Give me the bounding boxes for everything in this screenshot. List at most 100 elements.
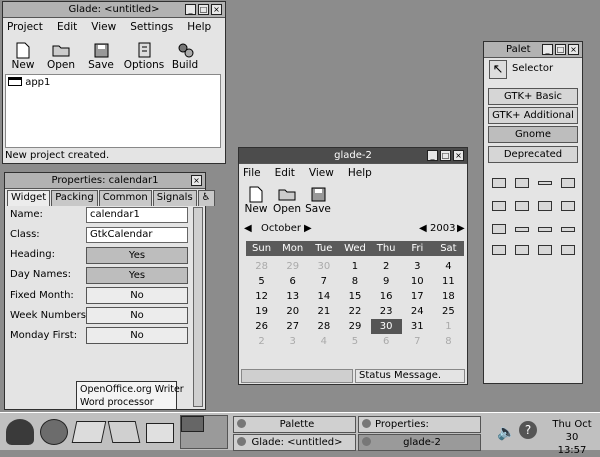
calendar-day[interactable]: 28 bbox=[246, 259, 277, 274]
calendar-day[interactable]: 29 bbox=[277, 259, 308, 274]
calendar-day[interactable]: 25 bbox=[433, 304, 464, 319]
widget-icon[interactable] bbox=[492, 245, 506, 255]
widget-icon[interactable] bbox=[515, 201, 529, 211]
daynames-toggle[interactable]: Yes bbox=[86, 267, 188, 284]
help-icon[interactable]: ? bbox=[519, 421, 537, 439]
widget-icon[interactable] bbox=[515, 245, 529, 255]
new-button[interactable]: New bbox=[5, 35, 41, 73]
minimize-button[interactable]: _ bbox=[542, 44, 553, 55]
menu-view[interactable]: View bbox=[309, 167, 334, 179]
tab-signals[interactable]: Signals bbox=[152, 190, 197, 206]
volume-icon[interactable]: 🔈 bbox=[497, 423, 516, 441]
calendar-day[interactable]: 8 bbox=[339, 274, 370, 289]
calendar-day[interactable]: 1 bbox=[339, 259, 370, 274]
widget-icon[interactable] bbox=[538, 201, 552, 211]
calendar-day-selected[interactable]: 30 bbox=[370, 319, 402, 334]
palette-group-gtk-basic[interactable]: GTK+ Basic bbox=[488, 88, 578, 105]
glade2-titlebar[interactable]: glade-2 _ □ × bbox=[239, 148, 467, 164]
palette-group-gnome[interactable]: Gnome bbox=[488, 126, 578, 143]
calendar-day[interactable]: 9 bbox=[371, 274, 402, 289]
save-button[interactable]: Save bbox=[81, 35, 121, 73]
widget-icon[interactable] bbox=[492, 178, 506, 188]
calendar-day[interactable]: 8 bbox=[433, 334, 464, 349]
browser-launcher-icon[interactable] bbox=[40, 419, 68, 445]
palette-titlebar[interactable]: Palet _ □ × bbox=[484, 42, 582, 58]
calendar-day[interactable]: 30 bbox=[308, 259, 339, 274]
widget-icon[interactable] bbox=[538, 181, 552, 185]
menu-file[interactable]: File bbox=[243, 167, 261, 179]
tree-row[interactable]: app1 bbox=[6, 75, 220, 88]
close-button[interactable]: × bbox=[568, 44, 579, 55]
calendar-day[interactable]: 24 bbox=[402, 304, 433, 319]
menu-help[interactable]: Help bbox=[187, 21, 211, 33]
workspace-switcher[interactable] bbox=[180, 415, 228, 449]
calendar-day[interactable]: 12 bbox=[246, 289, 277, 304]
menu-settings[interactable]: Settings bbox=[130, 21, 173, 33]
calendar-day[interactable]: 15 bbox=[339, 289, 370, 304]
task-properties[interactable]: Properties: calendar1 bbox=[358, 416, 481, 445]
glade-main-titlebar[interactable]: Glade: <untitled> _ □ × bbox=[3, 2, 225, 18]
widget-icon[interactable] bbox=[538, 227, 552, 232]
calendar-day[interactable]: 16 bbox=[371, 289, 402, 304]
close-button[interactable]: × bbox=[211, 4, 222, 15]
menu-edit[interactable]: Edit bbox=[57, 21, 77, 33]
tab-common[interactable]: Common bbox=[98, 190, 152, 206]
calendar-day[interactable]: 31 bbox=[402, 319, 433, 334]
calendar-day[interactable]: 3 bbox=[402, 259, 433, 274]
calendar-day[interactable]: 3 bbox=[277, 334, 308, 349]
gnome-foot-icon[interactable] bbox=[6, 419, 34, 445]
task-glade-main[interactable]: Glade: <untitled> bbox=[233, 434, 356, 451]
maximize-button[interactable]: □ bbox=[440, 150, 451, 161]
calendar-day[interactable]: 17 bbox=[402, 289, 433, 304]
calendar-day[interactable]: 23 bbox=[371, 304, 402, 319]
tab-widget[interactable]: Widget bbox=[7, 190, 51, 206]
next-year-arrow[interactable]: ▶ bbox=[457, 223, 465, 234]
save-button[interactable]: Save bbox=[303, 181, 333, 217]
calendar-day[interactable]: 22 bbox=[339, 304, 370, 319]
minimize-button[interactable]: _ bbox=[427, 150, 438, 161]
mail-launcher-icon[interactable] bbox=[71, 421, 107, 443]
menu-project[interactable]: Project bbox=[7, 21, 43, 33]
calendar-day[interactable]: 6 bbox=[371, 334, 402, 349]
prev-month-arrow[interactable]: ◀ bbox=[244, 223, 252, 234]
calendar-day[interactable]: 18 bbox=[433, 289, 464, 304]
calendar-day[interactable]: 26 bbox=[246, 319, 277, 334]
widget-icon[interactable] bbox=[515, 178, 529, 188]
widget-icon[interactable] bbox=[561, 227, 575, 232]
palette-group-deprecated[interactable]: Deprecated bbox=[488, 146, 578, 163]
calendar-day[interactable]: 1 bbox=[433, 319, 464, 334]
calendar-day[interactable]: 20 bbox=[277, 304, 308, 319]
calendar-day[interactable]: 29 bbox=[339, 319, 370, 334]
calendar-day[interactable]: 7 bbox=[402, 334, 433, 349]
widget-icon[interactable] bbox=[561, 178, 575, 188]
task-glade2[interactable]: glade-2 bbox=[358, 434, 481, 451]
calendar-day[interactable]: 27 bbox=[277, 319, 308, 334]
calendar-day[interactable]: 4 bbox=[308, 334, 339, 349]
minimize-button[interactable]: _ bbox=[185, 4, 196, 15]
properties-titlebar[interactable]: Properties: calendar1 × bbox=[5, 173, 205, 189]
mondayfirst-toggle[interactable]: No bbox=[86, 327, 188, 344]
build-button[interactable]: Build bbox=[167, 35, 203, 73]
calendar-day[interactable]: 7 bbox=[308, 274, 339, 289]
next-month-arrow[interactable]: ▶ bbox=[304, 223, 312, 234]
calendar-day[interactable]: 10 bbox=[402, 274, 433, 289]
project-tree[interactable]: app1 bbox=[5, 74, 221, 148]
tab-packing[interactable]: Packing bbox=[51, 190, 98, 206]
weeknumbers-toggle[interactable]: No bbox=[86, 307, 188, 324]
palette-group-gtk-additional[interactable]: GTK+ Additional bbox=[488, 107, 578, 124]
calendar-day[interactable]: 19 bbox=[246, 304, 277, 319]
close-button[interactable]: × bbox=[453, 150, 464, 161]
widget-icon[interactable] bbox=[492, 224, 506, 234]
widget-icon[interactable] bbox=[492, 201, 506, 211]
task-palette[interactable]: Palette bbox=[233, 416, 356, 433]
open-button[interactable]: Open bbox=[271, 181, 303, 217]
printer-launcher-icon[interactable] bbox=[146, 423, 174, 443]
maximize-button[interactable]: □ bbox=[198, 4, 209, 15]
widget-icon[interactable] bbox=[561, 201, 575, 211]
selector-button[interactable]: ↖ Selector bbox=[488, 60, 578, 80]
calendar-day[interactable]: 21 bbox=[308, 304, 339, 319]
name-field[interactable]: calendar1 bbox=[86, 207, 188, 223]
widget-icon[interactable] bbox=[561, 245, 575, 255]
open-button[interactable]: Open bbox=[41, 35, 81, 73]
menu-help[interactable]: Help bbox=[348, 167, 372, 179]
